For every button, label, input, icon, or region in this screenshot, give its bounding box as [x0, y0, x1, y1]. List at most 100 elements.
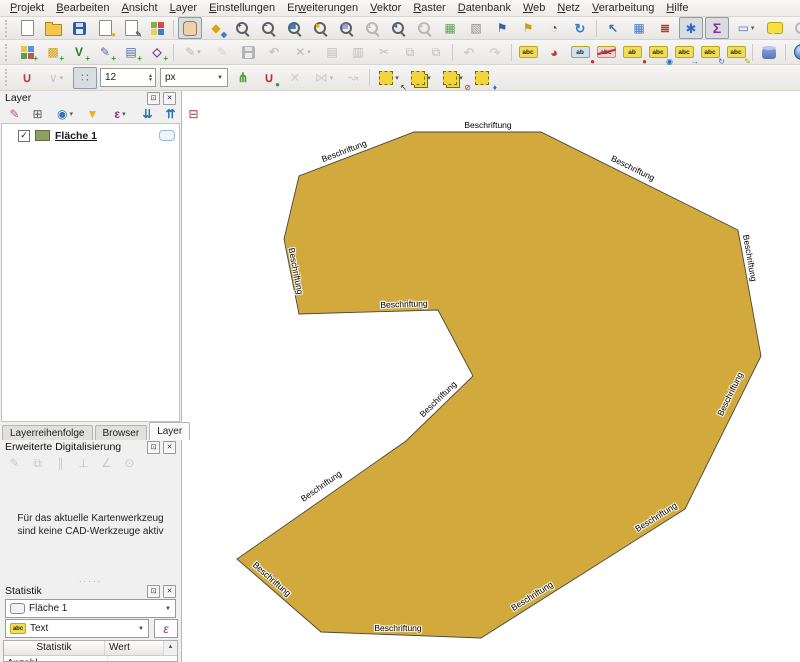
save-project-button[interactable] — [67, 17, 91, 39]
chevron-down-icon[interactable]: ▾ — [60, 74, 64, 82]
statistics-panel-toggle-button[interactable]: Σ — [705, 17, 729, 39]
menu-raster[interactable]: Raster — [407, 1, 451, 15]
statistics-field-combo[interactable]: abc Text ▼ — [5, 619, 149, 638]
new-print-layout-button[interactable]: ● — [93, 17, 117, 39]
chevron-down-icon[interactable]: ▾ — [395, 74, 399, 82]
layer-tree[interactable]: ✓ Fläche 1 — [1, 123, 180, 422]
tab-layer[interactable]: Layer — [149, 422, 190, 440]
filter-by-expression-button[interactable]: ε▾ — [105, 105, 135, 123]
new-spatial-bookmark-button[interactable]: ⚑ — [490, 17, 514, 39]
select-features-by-form-button[interactable]: ▾ — [406, 67, 436, 89]
table-row[interactable]: Anzahl — [4, 656, 177, 662]
highlight-pinned-labels-button[interactable]: ab● — [568, 41, 592, 63]
close-panel-button[interactable]: ✕ — [163, 585, 176, 598]
zoom-in-button[interactable]: + — [230, 17, 254, 39]
add-delimited-text-layer-button[interactable]: ▤+ — [119, 41, 143, 63]
layer-visibility-checkbox[interactable]: ✓ — [18, 130, 30, 142]
open-layer-styling-button[interactable]: ✎ — [4, 105, 25, 123]
menu-erweiterungen[interactable]: Erweiterungen — [281, 1, 364, 15]
pan-map-button[interactable] — [178, 17, 202, 39]
pan-to-selection-button[interactable]: ◆◆ — [204, 17, 228, 39]
new-3d-map-view-button[interactable]: ▧ — [464, 17, 488, 39]
chevron-down-icon[interactable]: ▾ — [197, 48, 201, 56]
measure-button[interactable]: ▭▾ — [731, 17, 761, 39]
rotate-label-button[interactable]: abc↻ — [698, 41, 722, 63]
menu-web[interactable]: Web — [517, 1, 551, 15]
zoom-to-selection-button[interactable]: ■ — [308, 17, 332, 39]
menu-ansicht[interactable]: Ansicht — [115, 1, 163, 15]
polygon-flaeche-1[interactable] — [237, 132, 761, 638]
zoom-out-button[interactable]: − — [256, 17, 280, 39]
new-map-view-button[interactable]: ▦ — [438, 17, 462, 39]
enable-tracing-button[interactable]: ∪● — [257, 67, 281, 89]
data-source-manager-button[interactable]: + — [15, 41, 39, 63]
db-manager-button[interactable] — [757, 41, 781, 63]
menu-vektor[interactable]: Vektor — [364, 1, 407, 15]
menu-netz[interactable]: Netz — [551, 1, 586, 15]
filter-legend-button[interactable]: ▼ — [82, 105, 103, 123]
float-panel-button[interactable]: ⊡ — [147, 585, 160, 598]
chevron-down-icon[interactable]: ▾ — [122, 110, 126, 118]
expression-button[interactable]: ε — [154, 619, 178, 638]
toolbar-grip-handle[interactable] — [5, 44, 11, 61]
deselect-features-button[interactable]: ⊘▾ — [438, 67, 468, 89]
refresh-map-button[interactable]: ↻ — [568, 17, 592, 39]
toolbar-grip-handle[interactable] — [5, 69, 11, 86]
menu-projekt[interactable]: Projekt — [4, 1, 50, 15]
processing-toolbox-button[interactable]: ✱ — [679, 17, 703, 39]
statistical-summary-button[interactable]: ≣ — [653, 17, 677, 39]
new-project-button[interactable] — [15, 17, 39, 39]
move-label-button[interactable]: abc→ — [672, 41, 696, 63]
add-raster-layer-button[interactable]: V+ — [67, 41, 91, 63]
chevron-down-icon[interactable]: ▾ — [751, 24, 755, 32]
toggle-unplaced-labels-button[interactable]: abc — [594, 41, 618, 63]
chevron-down-icon[interactable]: ▾ — [307, 48, 311, 56]
map-canvas[interactable]: BeschriftungBeschriftungBeschriftungBesc… — [182, 91, 800, 662]
zoom-to-layer-button[interactable]: ▤ — [334, 17, 358, 39]
snapping-units-combo[interactable]: px▼ — [160, 68, 228, 87]
manage-map-themes-button[interactable]: ◉▾ — [50, 105, 80, 123]
enable-snapping-button[interactable]: ∪ — [15, 67, 39, 89]
show-spatial-bookmarks-button[interactable]: ⚑ — [516, 17, 540, 39]
menu-hilfe[interactable]: Hilfe — [660, 1, 694, 15]
tab-layerreihenfolge[interactable]: Layerreihenfolge — [2, 425, 93, 440]
identify-features-button[interactable]: ↖ — [601, 17, 625, 39]
pin-unpin-labels-button[interactable]: ab● — [620, 41, 644, 63]
metasearch-button[interactable] — [790, 41, 800, 63]
topological-editing-button[interactable]: ⋔ — [231, 67, 255, 89]
column-header-wert[interactable]: Wert — [105, 641, 163, 655]
select-by-location-button[interactable]: ♦ — [470, 67, 494, 89]
show-layout-manager-button[interactable]: ✎ — [119, 17, 143, 39]
column-header-statistik[interactable]: Statistik — [4, 641, 105, 655]
zoom-last-button[interactable]: ◂ — [386, 17, 410, 39]
tab-browser[interactable]: Browser — [95, 425, 148, 440]
chevron-down-icon[interactable]: ▾ — [330, 74, 334, 82]
layer-diagram-options-button[interactable]: ◕ — [542, 41, 566, 63]
map-tips-button[interactable] — [763, 17, 787, 39]
menu-datenbank[interactable]: Datenbank — [452, 1, 517, 15]
expand-all-button[interactable]: ⇊ — [137, 105, 158, 123]
close-panel-button[interactable]: ✕ — [163, 92, 176, 105]
snapping-visual-edit-button[interactable]: ∷ — [73, 67, 97, 89]
layer-tree-item-flaeche-1[interactable]: ✓ Fläche 1 — [2, 124, 179, 144]
change-label-properties-button[interactable]: abc✎ — [724, 41, 748, 63]
layer-labeling-options-button[interactable]: abc — [516, 41, 540, 63]
spinner-arrows-icon[interactable]: ▲▼ — [148, 74, 155, 82]
show-hide-labels-button[interactable]: abc◉ — [646, 41, 670, 63]
open-attribute-table-button[interactable]: ▦ — [627, 17, 651, 39]
float-panel-button[interactable]: ⊡ — [147, 92, 160, 105]
toolbar-grip-handle[interactable] — [5, 20, 11, 37]
chevron-down-icon[interactable]: ▾ — [459, 74, 463, 82]
statistics-layer-combo[interactable]: Fläche 1 ▼ — [5, 599, 176, 618]
menu-verarbeitung[interactable]: Verarbeitung — [586, 1, 660, 15]
scroll-up-icon[interactable]: ▲ — [163, 641, 177, 655]
add-virtual-layer-button[interactable]: ◇+ — [145, 41, 169, 63]
float-panel-button[interactable]: ⊡ — [147, 441, 160, 454]
add-group-button[interactable]: ⊞ — [27, 105, 48, 123]
add-vector-layer-button[interactable]: ▩+ — [41, 41, 65, 63]
close-panel-button[interactable]: ✕ — [163, 441, 176, 454]
chevron-down-icon[interactable]: ▾ — [69, 110, 73, 118]
snapping-tolerance-input[interactable]: 12▲▼ — [100, 68, 156, 87]
collapse-all-button[interactable]: ⇈ — [160, 105, 181, 123]
menu-bearbeiten[interactable]: Bearbeiten — [50, 1, 115, 15]
